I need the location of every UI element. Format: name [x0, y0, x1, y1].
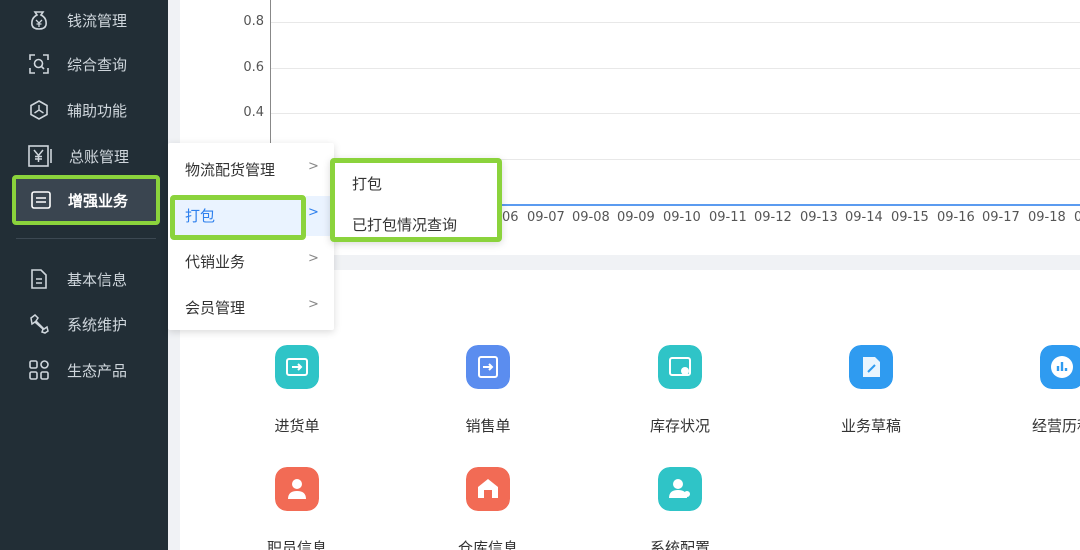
x-tick-label: 09-12: [754, 210, 792, 225]
x-tick-label: 06: [502, 210, 519, 225]
x-tick-label: 09-07: [527, 210, 565, 225]
menu-item-label: 代销业务: [185, 253, 246, 271]
chart-history-icon: [1040, 345, 1080, 389]
sidebar-item-label: 基本信息: [67, 271, 128, 289]
x-tick-label: 09-09: [617, 210, 655, 225]
cube-icon: [30, 100, 48, 120]
x-tick-label: 09-08: [572, 210, 610, 225]
x-tick-label: 09-17: [982, 210, 1020, 225]
menu-item-label: 已打包情况查询: [352, 216, 458, 234]
sidebar-item-system-maintenance[interactable]: 系统维护: [0, 304, 168, 344]
x-tick-label: 09-11: [709, 210, 747, 225]
menu-item-label: 会员管理: [185, 299, 246, 317]
x-tick-label: 0: [1074, 210, 1080, 225]
yuan-ledger-icon: [28, 145, 52, 167]
sidebar-item-label: 生态产品: [67, 362, 128, 380]
wrench-icon: [30, 314, 49, 334]
sidebar-item-label: 钱流管理: [67, 12, 128, 30]
sidebar-item-label: 总账管理: [69, 148, 130, 166]
menu-item-membership[interactable]: 会员管理 >: [168, 287, 334, 327]
sidebar-item-label: 综合查询: [67, 56, 128, 74]
submenu-packing: 打包 已打包情况查询: [330, 158, 502, 242]
quick-tile-label: 职员信息: [266, 539, 327, 550]
y-tick-label: 0.4: [243, 105, 264, 120]
sidebar-divider: [16, 238, 156, 239]
purchase-order-icon: [275, 345, 319, 389]
grid-line: [270, 113, 1080, 114]
quick-tile-label: 业务草稿: [840, 417, 901, 435]
quick-tile-label: 系统配置: [649, 539, 710, 550]
sidebar: 钱流管理 综合查询 辅助功能 总账管理 增强业务 基本信息 系统维护 生态产品: [0, 0, 168, 550]
menu-item-label: 打包: [352, 175, 383, 193]
search-scan-icon: [29, 54, 49, 74]
chevron-right-icon: >: [308, 251, 319, 266]
sidebar-item-cashflow[interactable]: 钱流管理: [0, 0, 168, 40]
menu-item-pack[interactable]: 打包: [335, 165, 497, 201]
menu-item-packing[interactable]: 打包 >: [168, 195, 334, 235]
grid-line: [270, 68, 1080, 69]
quick-tile-label: 进货单: [274, 417, 320, 435]
sidebar-item-query[interactable]: 综合查询: [0, 44, 168, 84]
chevron-right-icon: >: [308, 297, 319, 312]
sidebar-item-label: 系统维护: [67, 316, 128, 334]
x-tick-label: 09-10: [663, 210, 701, 225]
x-tick-label: 09-16: [937, 210, 975, 225]
money-bag-icon: [31, 11, 47, 30]
x-tick-label: 09-14: [845, 210, 883, 225]
x-tick-label: 09-18: [1028, 210, 1066, 225]
inventory-icon: [658, 345, 702, 389]
menu-item-logistics[interactable]: 物流配货管理 >: [168, 149, 334, 189]
quick-tile-label: 销售单: [465, 417, 511, 435]
chevron-right-icon: >: [308, 159, 319, 174]
menu-item-packed-query[interactable]: 已打包情况查询: [335, 206, 497, 242]
menu-item-label: 物流配货管理: [185, 161, 276, 179]
sidebar-item-enhanced-business[interactable]: 增强业务: [12, 175, 160, 225]
menu-item-label: 打包: [185, 207, 216, 225]
quick-tile-label: 经营历程: [1031, 417, 1080, 435]
sidebar-item-label: 增强业务: [68, 192, 129, 210]
apps-grid-icon: [29, 360, 49, 380]
system-config-icon: [658, 467, 702, 511]
sidebar-item-basic-info[interactable]: 基本信息: [0, 259, 168, 299]
menu-item-consignment[interactable]: 代销业务 >: [168, 241, 334, 281]
grid-line: [270, 22, 1080, 23]
chevron-right-icon: >: [308, 205, 319, 220]
document-icon: [31, 269, 47, 289]
x-tick-label: 09-15: [891, 210, 929, 225]
y-tick-label: 0.8: [243, 14, 264, 29]
staff-icon: [275, 467, 319, 511]
draft-icon: [849, 345, 893, 389]
warehouse-icon: [466, 467, 510, 511]
sales-order-icon: [466, 345, 510, 389]
sidebar-item-ecosystem[interactable]: 生态产品: [0, 350, 168, 390]
sidebar-item-label: 辅助功能: [67, 102, 128, 120]
window-icon: [31, 191, 51, 209]
quick-tile-label: 仓库信息: [457, 539, 518, 550]
sidebar-item-ledger[interactable]: 总账管理: [0, 136, 168, 176]
y-tick-label: 0.6: [243, 60, 264, 75]
quick-tile-label: 库存状况: [649, 417, 710, 435]
x-tick-label: 09-13: [800, 210, 838, 225]
sidebar-item-auxiliary[interactable]: 辅助功能: [0, 90, 168, 130]
